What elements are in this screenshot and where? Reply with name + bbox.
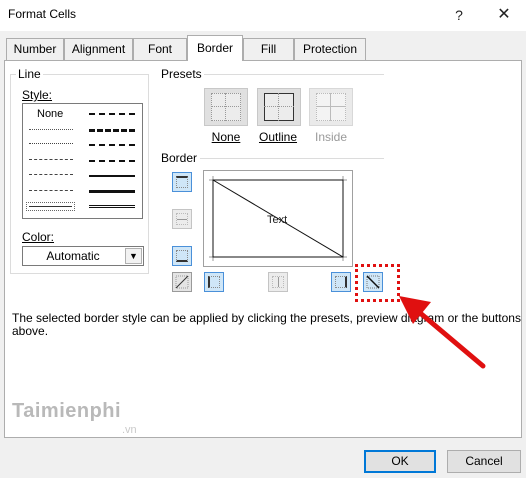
- tab-number[interactable]: Number: [6, 38, 64, 60]
- highlight-box: [355, 264, 400, 302]
- close-button[interactable]: ✕: [490, 3, 518, 27]
- tab-font[interactable]: Font: [133, 38, 187, 60]
- annotation-arrow-icon: [399, 296, 486, 369]
- tab-protection[interactable]: Protection: [294, 38, 366, 60]
- ok-button[interactable]: OK: [364, 450, 436, 473]
- help-button[interactable]: ?: [445, 3, 473, 27]
- border-tab-panel: [4, 60, 522, 438]
- tab-alignment[interactable]: Alignment: [64, 38, 133, 60]
- cancel-button[interactable]: Cancel: [447, 450, 521, 473]
- dialog-title: Format Cells: [8, 7, 77, 21]
- tab-border[interactable]: Border: [187, 35, 243, 61]
- tab-fill[interactable]: Fill: [243, 38, 294, 60]
